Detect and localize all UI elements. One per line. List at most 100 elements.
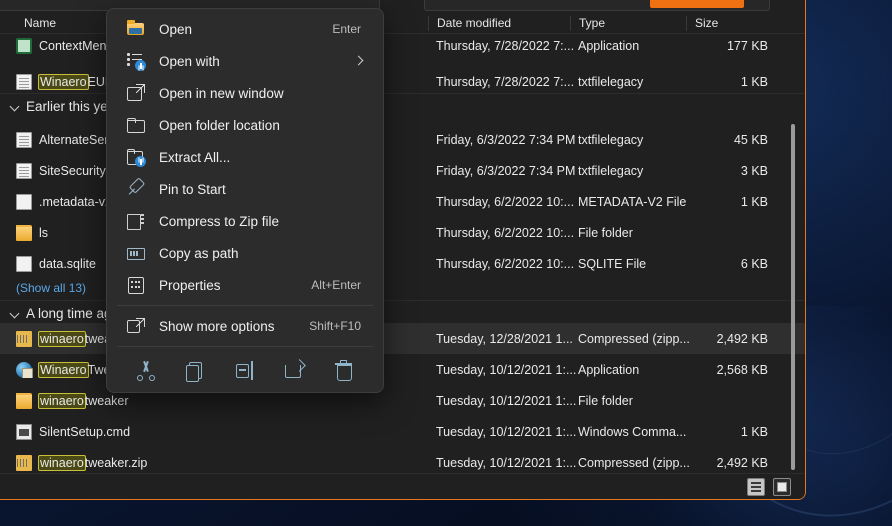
file-name-text: ls bbox=[39, 225, 49, 240]
type-cell: File folder bbox=[578, 393, 633, 408]
cut-icon[interactable] bbox=[136, 361, 156, 381]
type-cell: METADATA-V2 File bbox=[578, 194, 687, 209]
menu-item-label: Open bbox=[159, 21, 193, 37]
menu-separator bbox=[117, 346, 373, 347]
column-header-size[interactable]: Size bbox=[686, 16, 760, 31]
type-cell: Application bbox=[578, 38, 640, 53]
file-name-rest: tweaker.zip bbox=[84, 455, 148, 470]
type-cell: txtfilelegacy bbox=[578, 163, 644, 178]
file-name-cell: ContextMen bbox=[16, 37, 106, 54]
show-more-icon bbox=[127, 317, 145, 335]
size-cell: 2,492 KB bbox=[716, 331, 768, 346]
delete-icon[interactable] bbox=[334, 360, 354, 381]
context-menu: Open Enter Open with Open in new window … bbox=[106, 8, 384, 393]
file-name-text: .metadata-v2 bbox=[39, 194, 112, 209]
search-highlight: winaero bbox=[38, 454, 86, 471]
chevron-right-icon bbox=[353, 55, 365, 67]
date-modified-cell: Tuesday, 10/12/2021 1:... bbox=[436, 393, 576, 408]
show-all-link[interactable]: (Show all 13) bbox=[16, 279, 86, 297]
menu-item-open-in-new-window[interactable]: Open in new window bbox=[111, 77, 379, 109]
size-cell: 2,492 KB bbox=[716, 455, 768, 470]
type-cell: Application bbox=[578, 362, 640, 377]
size-cell: 3 KB bbox=[740, 163, 768, 178]
rename-icon[interactable] bbox=[235, 361, 255, 381]
search-highlight: Winaero bbox=[38, 361, 89, 378]
menu-item-open-folder-location[interactable]: Open folder location bbox=[111, 109, 379, 141]
vertical-scrollbar[interactable] bbox=[791, 124, 795, 470]
ctx-icon bbox=[16, 37, 32, 54]
file-name-cell: .metadata-v2 bbox=[16, 193, 112, 210]
date-modified-cell: Tuesday, 12/28/2021 1... bbox=[436, 331, 573, 346]
chevron-down-icon bbox=[10, 102, 20, 112]
menu-item-label: Pin to Start bbox=[159, 181, 226, 197]
extract-all-icon bbox=[127, 148, 146, 167]
document-icon bbox=[16, 73, 32, 90]
document-icon bbox=[16, 162, 32, 179]
zip-icon bbox=[127, 212, 145, 230]
menu-item-label: Open with bbox=[159, 53, 220, 69]
file-name-cell: data.sqlite bbox=[16, 255, 96, 272]
document-icon bbox=[16, 131, 32, 148]
folder-icon bbox=[16, 392, 32, 409]
file-name-cell: winaerotweaker.zip bbox=[16, 454, 148, 471]
chevron-down-icon bbox=[10, 309, 20, 319]
menu-item-accel: Alt+Enter bbox=[311, 278, 361, 292]
date-modified-cell: Friday, 6/3/2022 7:34 PM bbox=[436, 132, 576, 147]
menu-separator bbox=[117, 305, 373, 306]
document-plain-icon bbox=[16, 255, 32, 272]
file-name-text: data.sqlite bbox=[39, 256, 96, 271]
file-name-cell: AlternateSer bbox=[16, 131, 108, 148]
menu-item-accel: Shift+F10 bbox=[309, 319, 361, 333]
size-cell: 1 KB bbox=[740, 74, 768, 89]
details-view-button[interactable] bbox=[747, 478, 765, 496]
menu-item-open[interactable]: Open Enter bbox=[111, 13, 379, 45]
folder-icon bbox=[127, 116, 145, 134]
context-menu-toolbar bbox=[107, 351, 383, 391]
file-name-rest: tweaker bbox=[84, 393, 129, 408]
menu-item-label: Open in new window bbox=[159, 85, 284, 101]
type-cell: File folder bbox=[578, 225, 633, 240]
copy-path-icon bbox=[127, 244, 145, 262]
table-row[interactable]: winaerotweaker.zip Tuesday, 10/12/2021 1… bbox=[0, 447, 805, 473]
table-row[interactable]: SilentSetup.cmd Tuesday, 10/12/2021 1:..… bbox=[0, 416, 805, 447]
menu-item-pin-to-start[interactable]: Pin to Start bbox=[111, 173, 379, 205]
copy-icon[interactable] bbox=[185, 361, 205, 382]
menu-item-label: Show more options bbox=[159, 318, 275, 334]
menu-item-open-with[interactable]: Open with bbox=[111, 45, 379, 77]
date-modified-cell: Thursday, 7/28/2022 7:... bbox=[436, 38, 575, 53]
open-with-icon bbox=[127, 52, 146, 71]
share-icon[interactable] bbox=[284, 361, 305, 381]
size-cell: 45 KB bbox=[733, 132, 768, 147]
file-name-text: SilentSetup.cmd bbox=[39, 424, 131, 439]
file-name-cell: SiteSecurityS bbox=[16, 162, 114, 179]
menu-item-show-more-options[interactable]: Show more options Shift+F10 bbox=[111, 310, 379, 342]
file-name-text: winaerotweaker.zip bbox=[38, 454, 148, 471]
zip-icon bbox=[16, 330, 32, 347]
search-highlight: winaero bbox=[38, 392, 86, 409]
large-icons-view-button[interactable] bbox=[773, 478, 791, 496]
menu-item-extract-all[interactable]: Extract All... bbox=[111, 141, 379, 173]
type-cell: Compressed (zipp... bbox=[578, 455, 690, 470]
menu-item-properties[interactable]: Properties Alt+Enter bbox=[111, 269, 379, 301]
menu-item-copy-as-path[interactable]: Copy as path bbox=[111, 237, 379, 269]
column-header-type[interactable]: Type bbox=[570, 16, 686, 31]
menu-item-label: Properties bbox=[159, 277, 221, 293]
date-modified-cell: Thursday, 7/28/2022 7:... bbox=[436, 74, 575, 89]
date-modified-cell: Thursday, 6/2/2022 10:... bbox=[436, 194, 575, 209]
size-cell: 2,568 KB bbox=[716, 362, 768, 377]
menu-item-compress-to-zip[interactable]: Compress to Zip file bbox=[111, 205, 379, 237]
file-name-cell: winaerotweak bbox=[16, 330, 117, 347]
folder-icon bbox=[16, 224, 32, 241]
date-modified-cell: Friday, 6/3/2022 7:34 PM bbox=[436, 163, 576, 178]
size-cell: 177 KB bbox=[726, 38, 768, 53]
date-modified-cell: Tuesday, 10/12/2021 1:... bbox=[436, 455, 576, 470]
column-header-date-modified[interactable]: Date modified bbox=[428, 16, 570, 31]
file-name-cell: WinaeroEUL bbox=[16, 73, 112, 90]
properties-icon bbox=[127, 276, 145, 294]
type-cell: txtfilelegacy bbox=[578, 132, 644, 147]
menu-item-label: Compress to Zip file bbox=[159, 213, 280, 229]
type-cell: Compressed (zipp... bbox=[578, 331, 690, 346]
cmd-icon bbox=[16, 423, 32, 440]
menu-item-label: Copy as path bbox=[159, 245, 239, 261]
size-cell: 1 KB bbox=[740, 194, 768, 209]
